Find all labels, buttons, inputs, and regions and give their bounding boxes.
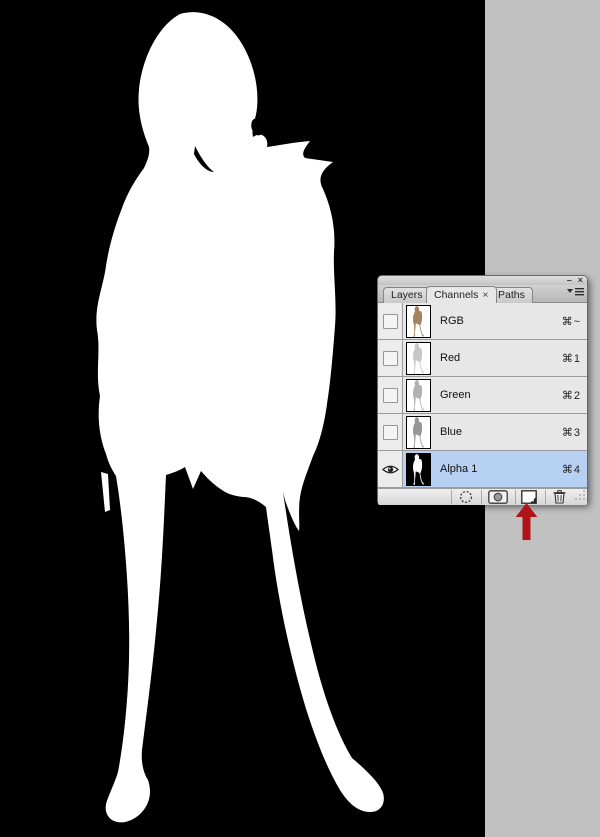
channel-name: Alpha 1: [440, 463, 478, 475]
visibility-toggle[interactable]: [378, 451, 403, 487]
tab-layers[interactable]: Layers: [383, 287, 431, 303]
channel-shortcut: ⌘1: [561, 352, 581, 365]
channel-row-rgb[interactable]: RGB ⌘~: [378, 303, 587, 340]
new-channel-icon: [521, 490, 537, 504]
channel-name: Green: [440, 389, 471, 401]
channel-thumbnail[interactable]: [406, 378, 431, 412]
create-new-channel-button[interactable]: [520, 490, 538, 504]
channel-thumbnail[interactable]: [406, 415, 431, 449]
channel-shortcut: ⌘3: [561, 426, 581, 439]
channel-row-blue[interactable]: Blue ⌘3: [378, 414, 587, 451]
channel-shortcut: ⌘~: [561, 315, 581, 328]
tab-paths-label: Paths: [498, 289, 525, 301]
visibility-well[interactable]: [378, 414, 403, 450]
annotation-arrow-icon: [515, 503, 538, 546]
save-selection-as-channel-button[interactable]: [487, 490, 509, 504]
channel-row-alpha1[interactable]: Alpha 1 ⌘4: [378, 451, 587, 488]
channel-shortcut: ⌘4: [561, 463, 581, 476]
trash-icon: [553, 490, 565, 504]
panel-menu-icon[interactable]: [567, 286, 584, 299]
minimize-button[interactable]: –: [567, 276, 572, 285]
load-selection-button[interactable]: [458, 490, 474, 504]
visibility-well[interactable]: [378, 340, 403, 376]
panel-tab-bar: Layers Channels × Paths: [378, 285, 587, 303]
channel-shortcut: ⌘2: [561, 389, 581, 402]
tab-layers-label: Layers: [391, 289, 423, 301]
panel-toolbar: [378, 488, 587, 505]
channel-thumbnail[interactable]: [406, 304, 431, 338]
tab-channels[interactable]: Channels ×: [426, 286, 497, 303]
channel-name: Red: [440, 352, 461, 364]
circle-in-square-icon: [488, 490, 508, 504]
eye-icon: [381, 465, 399, 473]
dashed-circle-icon: [459, 490, 473, 504]
panel-title-bar: – ×: [378, 276, 587, 285]
visibility-well[interactable]: [378, 377, 403, 413]
channel-list: RGB ⌘~ Red ⌘1 Green ⌘2 Blue ⌘3 Alpha 1 ⌘…: [378, 303, 587, 488]
channel-thumbnail[interactable]: [406, 452, 431, 486]
resize-grip[interactable]: [574, 489, 586, 504]
channels-panel: – × Layers Channels × Paths RGB ⌘~ Red ⌘…: [377, 275, 588, 505]
channel-row-green[interactable]: Green ⌘2: [378, 377, 587, 414]
delete-channel-button[interactable]: [550, 490, 568, 504]
tab-channels-label: Channels: [434, 289, 479, 301]
visibility-well[interactable]: [378, 303, 403, 339]
channel-name: Blue: [440, 426, 463, 438]
close-button[interactable]: ×: [578, 276, 583, 285]
channel-thumbnail[interactable]: [406, 341, 431, 375]
channel-name: RGB: [440, 315, 464, 327]
tab-close-icon[interactable]: ×: [482, 289, 488, 301]
channel-row-red[interactable]: Red ⌘1: [378, 340, 587, 377]
